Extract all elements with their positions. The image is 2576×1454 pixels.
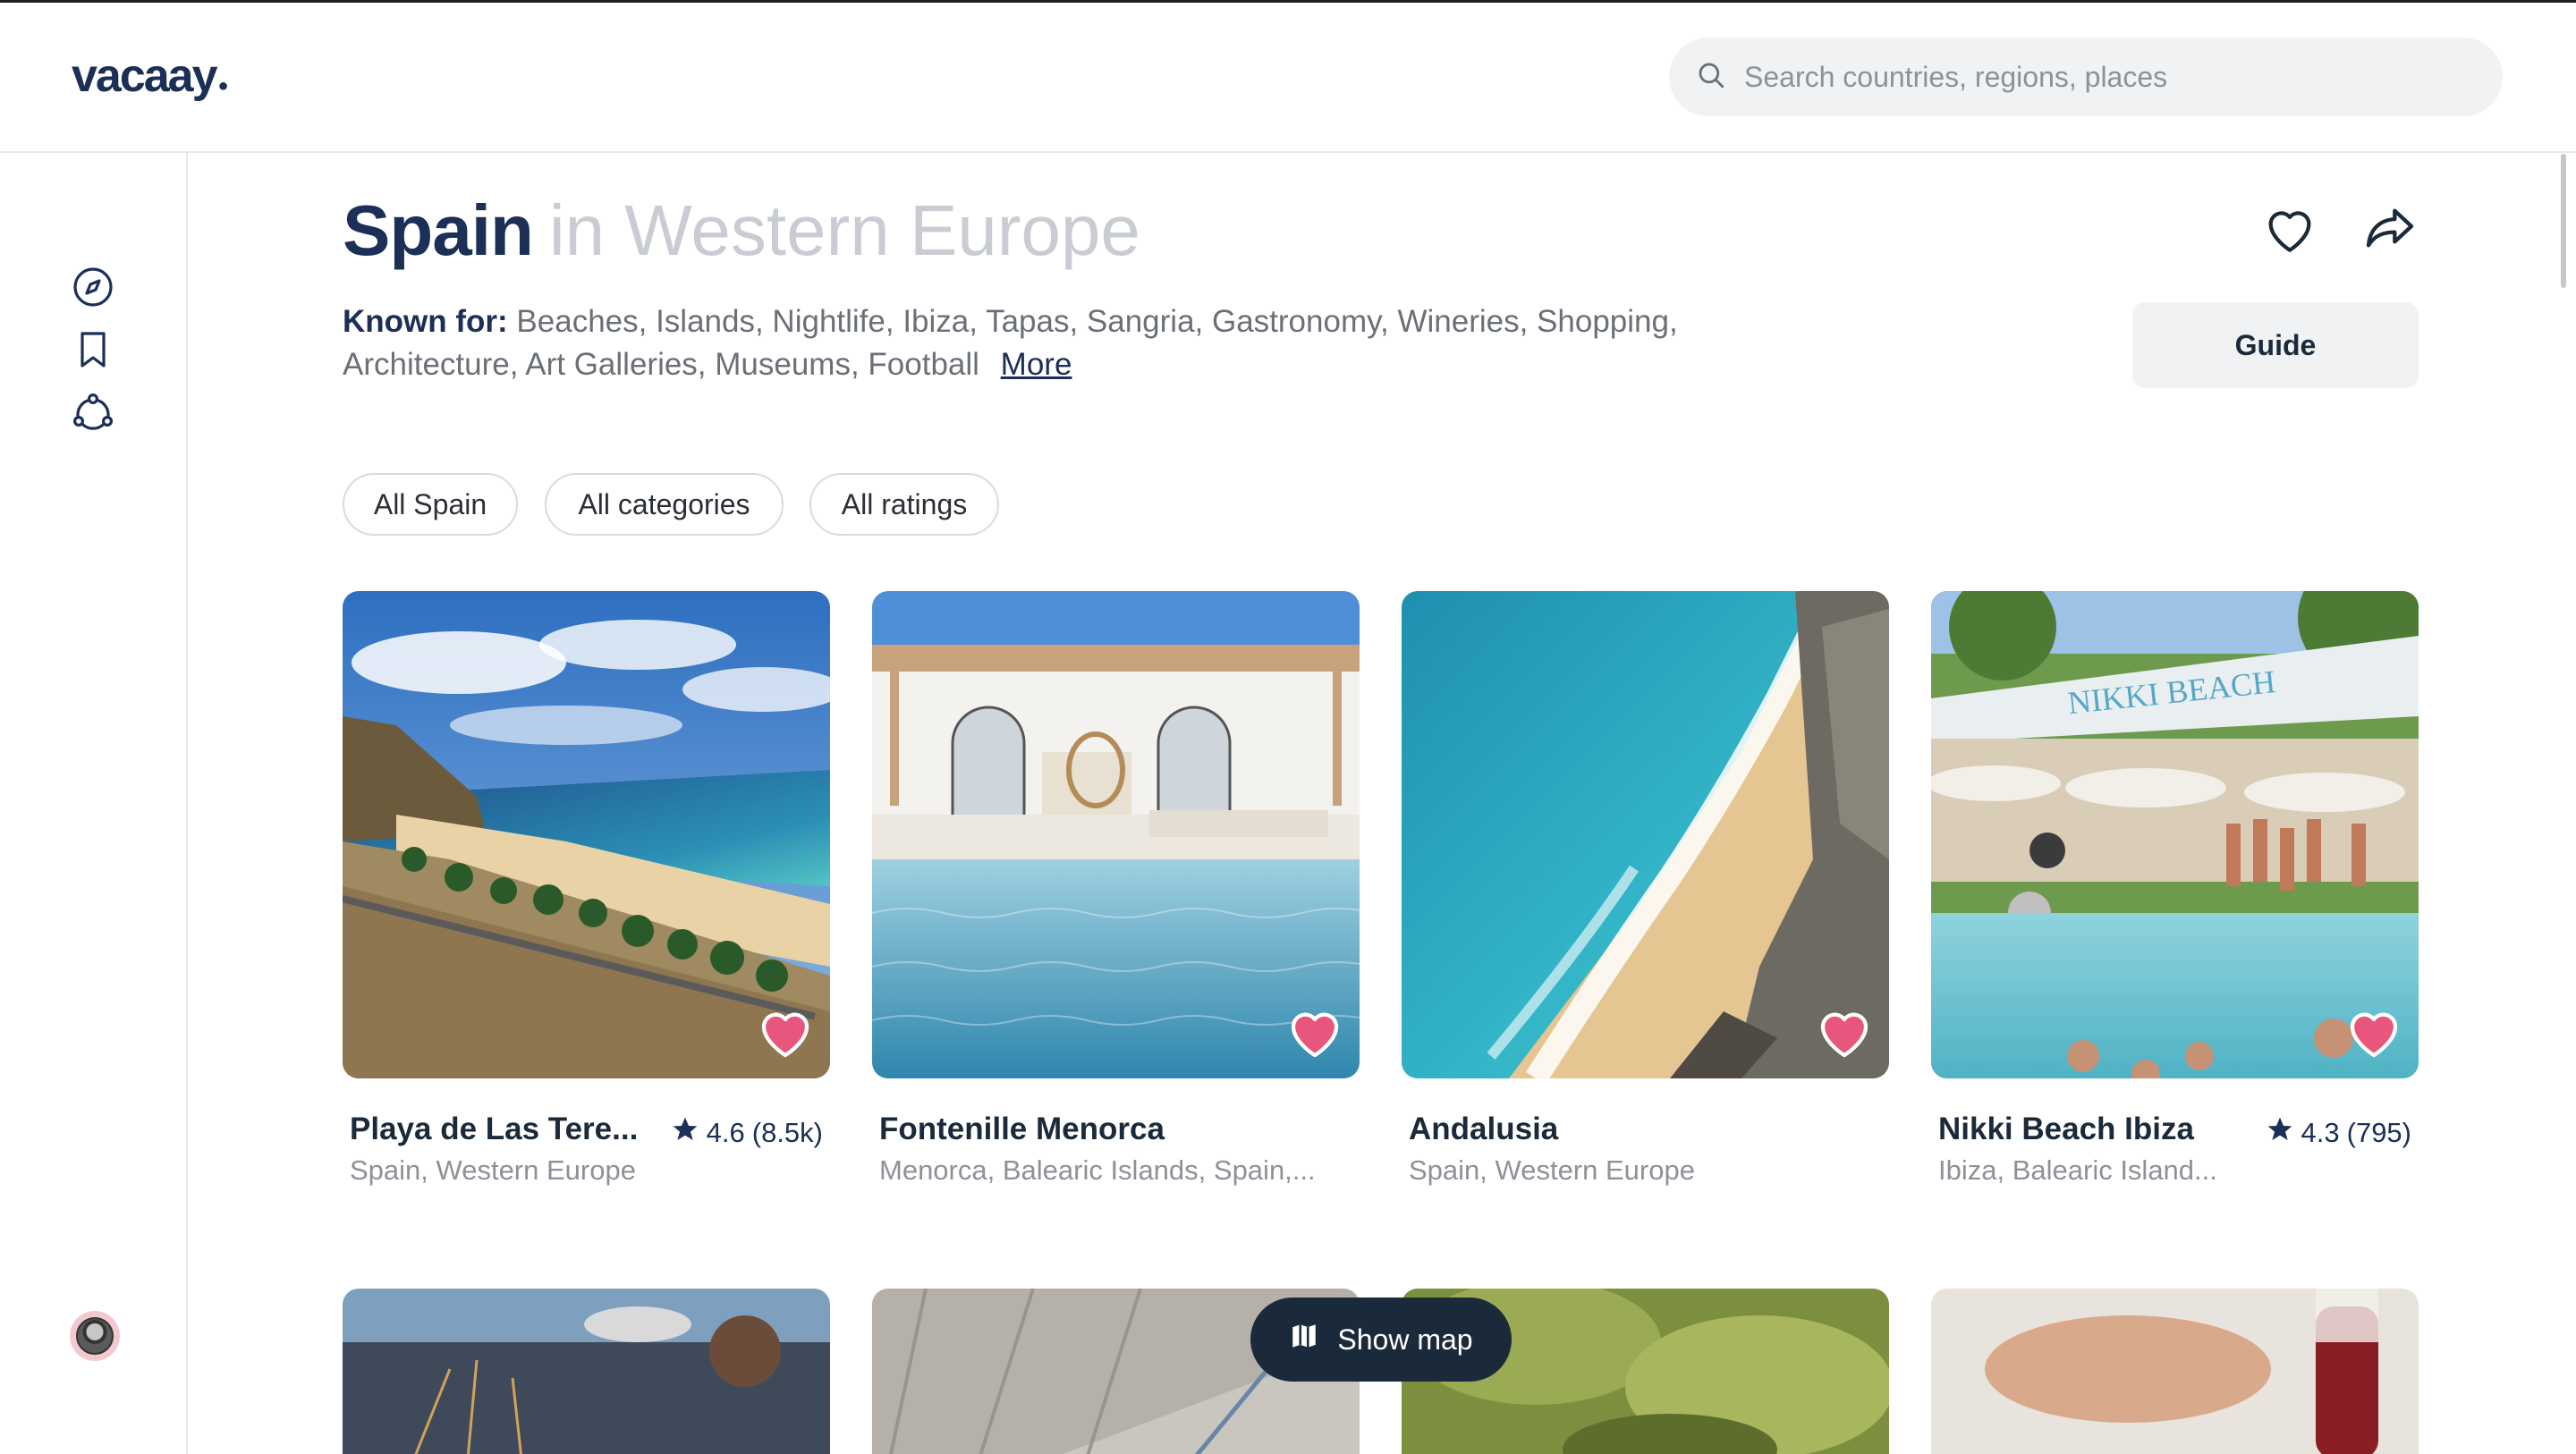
heart-outline-icon	[2261, 211, 2318, 262]
bookmark-icon	[72, 328, 114, 376]
search-input[interactable]	[1744, 60, 2478, 94]
place-name: Fontenille Menorca	[879, 1112, 1165, 1146]
search-bar[interactable]	[1669, 38, 2503, 116]
more-link[interactable]: More	[1001, 347, 1072, 382]
place-name: Nikki Beach Ibiza	[1938, 1112, 2194, 1146]
place-photo: NIKKI BEACH	[1931, 591, 2419, 1078]
avatar[interactable]	[70, 1311, 120, 1361]
scrollbar[interactable]	[2561, 154, 2566, 288]
place-location: Ibiza, Balearic Island...	[1938, 1154, 2217, 1186]
sidebar	[0, 153, 188, 1454]
search-icon	[1696, 60, 1726, 95]
place-name: Playa de Las Tere...	[350, 1112, 639, 1146]
heart-filled-icon[interactable]	[2345, 1005, 2402, 1062]
sidebar-item-explore[interactable]	[70, 266, 116, 312]
place-card-partial[interactable]	[1931, 1289, 2419, 1454]
sidebar-item-community[interactable]	[70, 391, 116, 437]
known-for: Known for: Beaches, Islands, Nightlife, …	[343, 300, 1738, 386]
heart-filled-icon[interactable]	[1286, 1005, 1343, 1062]
place-name: Andalusia	[1409, 1112, 1559, 1146]
place-photo	[872, 591, 1360, 1078]
favorite-button[interactable]	[2261, 201, 2318, 258]
rating-value: 4.3	[2301, 1117, 2340, 1148]
place-card[interactable]: Playa de Las Tere... 4.6 (8.5k) Spain, W…	[343, 591, 830, 1186]
place-rating: 4.6 (8.5k)	[671, 1115, 823, 1151]
map-icon	[1289, 1321, 1337, 1358]
star-icon	[2266, 1115, 2301, 1151]
heart-filled-icon[interactable]	[1816, 1005, 1873, 1062]
place-location: Spain, Western Europe	[1409, 1154, 1695, 1186]
known-for-label: Known for:	[343, 304, 508, 339]
avatar-image	[76, 1317, 114, 1355]
place-card[interactable]: Andalusia Spain, Western Europe	[1402, 591, 1889, 1186]
filter-chip-category[interactable]: All categories	[545, 473, 784, 536]
place-location: Spain, Western Europe	[350, 1154, 636, 1186]
rating-count: (795)	[2346, 1117, 2411, 1148]
rating-value: 4.6	[706, 1117, 745, 1148]
compass-icon	[72, 266, 114, 313]
share-arrow-icon	[2361, 208, 2419, 262]
sidebar-item-saved[interactable]	[70, 328, 116, 375]
rating-count: (8.5k)	[751, 1117, 823, 1148]
heart-filled-icon[interactable]	[757, 1005, 814, 1062]
filter-chip-rating[interactable]: All ratings	[809, 473, 999, 536]
place-card[interactable]: Fontenille Menorca Menorca, Balearic Isl…	[872, 591, 1360, 1186]
page-subtitle: in Western Europe	[548, 190, 1140, 270]
place-card-partial[interactable]	[343, 1289, 830, 1454]
place-photo	[1402, 591, 1889, 1078]
place-location: Menorca, Balearic Islands, Spain,...	[879, 1154, 1316, 1186]
vacaay-logo[interactable]: vacaay ●	[72, 49, 229, 103]
filter-chip-region[interactable]: All Spain	[343, 473, 518, 536]
place-rating: 4.3 (795)	[2266, 1115, 2411, 1151]
show-map-label: Show map	[1337, 1323, 1473, 1356]
show-map-button[interactable]: Show map	[1250, 1298, 1512, 1382]
place-photo	[343, 591, 830, 1078]
place-card[interactable]: NIKKI BEACH Nikki Beach Ibiza 4.3 (795) …	[1931, 591, 2419, 1186]
share-button[interactable]	[2361, 201, 2419, 258]
page-title: Spain in Western Europe	[343, 190, 1140, 270]
top-header: vacaay ●	[0, 3, 2576, 153]
star-icon	[671, 1115, 707, 1151]
guide-button[interactable]: Guide	[2132, 302, 2419, 388]
community-icon	[72, 391, 114, 438]
